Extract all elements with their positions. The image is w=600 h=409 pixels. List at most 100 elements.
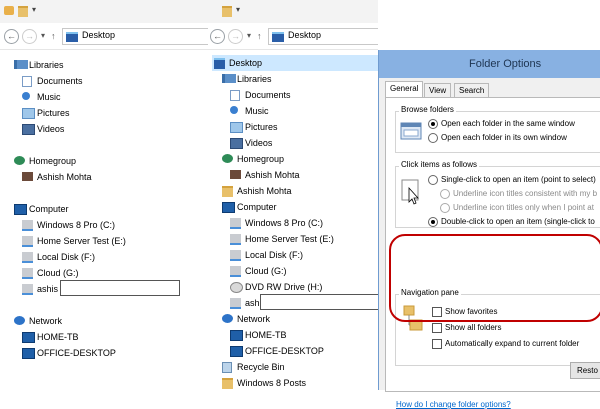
music-icon — [230, 106, 238, 114]
tree-item-label: Videos — [37, 124, 65, 134]
option-underline-consistent-label: Underline icon titles consistent with my… — [453, 189, 598, 198]
radio-underline-point[interactable] — [440, 203, 450, 213]
homegroup-icon — [14, 156, 25, 165]
recent-locations-icon[interactable]: ▾ — [41, 31, 45, 40]
tree-item-label: Local Disk (F:) — [245, 250, 304, 260]
tree-item-label: Computer — [237, 202, 277, 212]
quick-access-toolbar: ▾ — [0, 0, 208, 23]
tree-item-label: Local Disk (F:) — [37, 252, 96, 262]
drive-icon — [22, 284, 33, 295]
middle-explorer-pane: ▾ ← → ▾ ↑ Desktop Desktop Libraries Docu… — [208, 0, 378, 390]
pc-icon — [230, 330, 243, 341]
radio-underline-consistent[interactable] — [440, 189, 450, 199]
highlight-outline — [389, 234, 600, 322]
checkbox-show-all-folders[interactable] — [432, 323, 442, 333]
user-icon — [22, 172, 33, 181]
forward-icon[interactable]: → — [22, 29, 37, 44]
back-icon[interactable]: ← — [210, 29, 225, 44]
network-icon — [14, 316, 25, 325]
up-icon[interactable]: ↑ — [51, 31, 56, 41]
drive-icon — [230, 250, 241, 261]
radio-single-click[interactable] — [428, 175, 438, 185]
tree-item-label: OFFICE-DESKTOP — [37, 348, 116, 358]
videos-icon — [22, 124, 35, 135]
back-icon[interactable]: ← — [4, 29, 19, 44]
videos-icon — [230, 138, 243, 149]
tree-item-label: Ashish Mohta — [37, 172, 92, 182]
tab-view[interactable]: View — [424, 83, 452, 98]
desktop-icon — [272, 32, 284, 42]
pc-icon — [22, 348, 35, 359]
radio-same-window[interactable] — [428, 119, 438, 129]
folder-icon[interactable] — [18, 6, 28, 17]
rename-input[interactable] — [260, 294, 378, 310]
desktop-icon — [214, 58, 225, 69]
tree-item-label: Music — [245, 106, 269, 116]
tree-item-desktop[interactable]: Desktop — [212, 55, 378, 71]
tree-item-label: OFFICE-DESKTOP — [245, 346, 324, 356]
pictures-icon — [230, 122, 243, 133]
pictures-icon — [22, 108, 35, 119]
rename-input[interactable] — [60, 280, 180, 296]
tab-search[interactable]: Search — [454, 83, 490, 98]
help-link[interactable]: How do I change folder options? — [396, 400, 511, 409]
tree-item-label: Computer — [29, 204, 69, 214]
tree-item-label: HOME-TB — [37, 332, 79, 342]
tree-item-label: Desktop — [229, 58, 263, 68]
tree-item-label: Homegroup — [29, 156, 77, 166]
customize-toolbar-icon[interactable]: ▾ — [236, 5, 240, 14]
tree-item-label: Libraries — [237, 74, 272, 84]
radio-double-click[interactable] — [428, 217, 438, 227]
option-underline-point-label: Underline icon titles only when I point … — [453, 203, 594, 212]
homegroup-icon — [222, 154, 233, 163]
tree-item-label: Libraries — [29, 60, 64, 70]
documents-icon — [230, 90, 240, 101]
music-icon — [22, 92, 30, 100]
address-bar: ← → ▾ ↑ Desktop — [208, 23, 378, 50]
folder-icon[interactable] — [222, 6, 232, 17]
tree-item-label: Network — [29, 316, 63, 326]
user-folder-icon — [222, 186, 233, 197]
tree-item-label: Home Server Test (E:) — [37, 236, 126, 246]
checkbox-auto-expand[interactable] — [432, 339, 442, 349]
tree-item-label: Documents — [37, 76, 83, 86]
option-single-click-label: Single-click to open an item (point to s… — [441, 175, 596, 184]
tree-item-label: Windows 8 Pro (C:) — [245, 218, 324, 228]
radio-own-window[interactable] — [428, 133, 438, 143]
desktop-icon — [66, 32, 78, 42]
click-pointer-icon — [401, 179, 419, 205]
dialog-title: Folder Options — [469, 58, 542, 70]
customize-toolbar-icon[interactable]: ▾ — [32, 5, 36, 14]
dialog-titlebar[interactable]: Folder Options — [379, 50, 600, 78]
drive-icon — [230, 298, 241, 309]
user-icon — [230, 170, 241, 179]
tree-item-label: DVD RW Drive (H:) — [245, 282, 323, 292]
forward-icon[interactable]: → — [228, 29, 243, 44]
quick-access-toolbar: ▾ — [208, 0, 378, 23]
address-text: Desktop — [288, 30, 322, 40]
address-field[interactable]: Desktop — [268, 28, 378, 45]
tab-general[interactable]: General — [385, 81, 424, 98]
app-icon — [4, 6, 14, 15]
drive-icon — [22, 220, 33, 231]
drive-icon — [22, 252, 33, 263]
dvd-icon — [230, 282, 243, 293]
tree-item-label: Homegroup — [237, 154, 285, 164]
browse-folders-group — [395, 111, 600, 153]
up-icon[interactable]: ↑ — [257, 31, 262, 41]
libraries-icon — [222, 74, 236, 83]
tree-item-label: Documents — [245, 90, 291, 100]
restore-defaults-button[interactable]: Resto — [570, 362, 600, 379]
pc-icon — [230, 346, 243, 357]
recycle-bin-icon — [222, 362, 232, 373]
recent-locations-icon[interactable]: ▾ — [247, 31, 251, 40]
tree-item-label: ashis — [37, 284, 59, 294]
folder-options-dialog: Folder Options General View Search Brows… — [378, 50, 600, 409]
tree-item-label: Ashish Mohta — [237, 186, 292, 196]
address-field[interactable]: Desktop — [62, 28, 208, 45]
left-explorer-pane: ▾ ← → ▾ ↑ Desktop Libraries Documents Mu… — [0, 0, 208, 390]
pc-icon — [22, 332, 35, 343]
address-bar: ← → ▾ ↑ Desktop — [0, 23, 208, 50]
computer-icon — [222, 202, 235, 213]
drive-icon — [22, 236, 33, 247]
